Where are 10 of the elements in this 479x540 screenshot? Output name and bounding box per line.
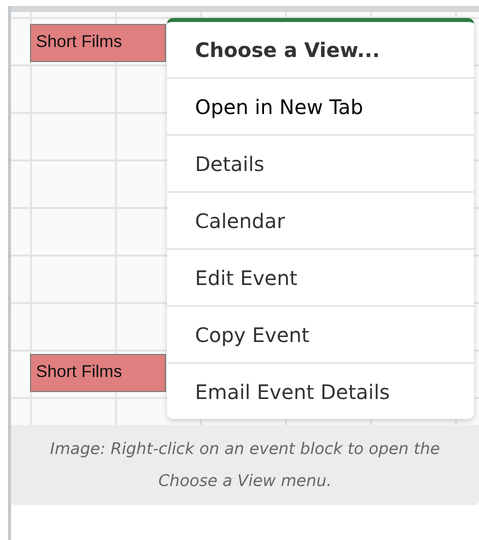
event-block[interactable]: Short Films — [30, 354, 166, 392]
menu-item[interactable]: Edit Event — [167, 250, 474, 307]
menu-item[interactable]: Email Event Details — [167, 364, 474, 419]
image-caption: Image: Right-click on an event block to open the Choose a View menu. — [11, 425, 479, 505]
menu-item[interactable]: Details — [167, 136, 474, 193]
menu-item[interactable]: Open in New Tab — [167, 79, 474, 136]
event-block[interactable]: Short Films — [30, 24, 166, 62]
menu-item[interactable]: Calendar — [167, 193, 474, 250]
menu-header: Choose a View... — [167, 22, 474, 79]
menu-item[interactable]: Copy Event — [167, 307, 474, 364]
